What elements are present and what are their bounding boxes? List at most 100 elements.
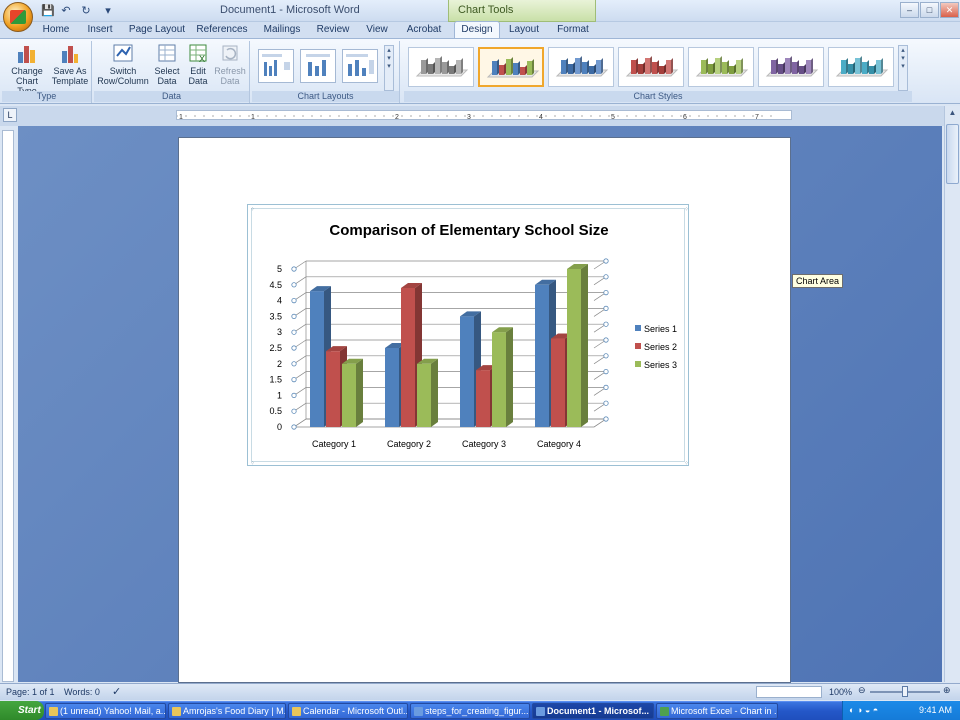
chart-area[interactable]: Comparison of Elementary School Size 0 0.… [247,204,689,467]
resize-handle[interactable]: ⁘ [250,461,255,467]
chart-title[interactable]: Comparison of Elementary School Size [329,222,608,239]
select-data-button[interactable]: Select Data [152,42,182,86]
tab-insert[interactable]: Insert [80,22,120,38]
taskbar-item-excel[interactable]: Microsoft Excel - Chart in ... [656,703,778,719]
change-chart-type-button[interactable]: ChangeChart Type [6,42,48,96]
x-tick-label: Category 1 [312,439,356,449]
tab-format[interactable]: Format [552,22,594,38]
browser-icon [49,707,58,716]
taskbar-item-food-diary[interactable]: Amrojas's Food Diary | M... [168,703,286,719]
maximize-button[interactable]: □ [920,2,939,18]
switch-row-column-button[interactable]: Switch Row/Column [96,42,150,86]
chart-tools-context-label: Chart Tools [448,0,596,22]
redo-icon[interactable]: ↻ [78,3,94,19]
taskbar-item-document1[interactable]: Document1 - Microsof... [532,703,654,719]
word-icon [414,707,423,716]
zoom-out-icon[interactable]: ⊖ [858,685,866,696]
chart-style-6[interactable] [758,47,824,87]
y-tick-label: 3 [277,327,282,337]
y-tick-label: 1.5 [269,375,282,385]
legend-entry[interactable]: Series 2 [644,342,677,352]
page-count[interactable]: Page: 1 of 1 [6,687,55,697]
office-button[interactable] [3,2,33,32]
proofing-icon[interactable]: ✓ [112,685,121,698]
word-count[interactable]: Words: 0 [64,687,100,697]
styles-more-button[interactable]: ▴ ▾ ▾ [898,45,908,91]
chart-layout-2[interactable] [300,49,336,83]
legend-swatch [635,361,641,367]
chart-style-4[interactable] [618,47,684,87]
tab-design[interactable]: Design [454,21,500,39]
legend-entry[interactable]: Series 3 [644,360,677,370]
tray-icons[interactable]: ◐ ◑ ◒ ◓ [849,701,878,720]
taskbar-item-yahoo[interactable]: (1 unread) Yahoo! Mail, a... [45,703,166,719]
zoom-in-icon[interactable]: ⊕ [943,685,951,696]
x-tick-label: Category 2 [387,439,431,449]
chart-style-2[interactable] [478,47,544,87]
refresh-data-button[interactable]: Refresh Data [212,42,248,86]
ruler-marks: 1 1 2 3 4 5 6 7 [176,114,772,121]
tab-references[interactable]: References [194,22,250,38]
chart-layout-3[interactable] [342,49,378,83]
taskbar-item-steps-doc[interactable]: steps_for_creating_figur... [410,703,530,719]
vertical-scrollbar[interactable]: ▲ [944,106,960,682]
chart-style-5[interactable] [688,47,754,87]
close-button[interactable]: ✕ [940,2,959,18]
system-tray: ◐ ◑ ◒ ◓ 9:41 AM [842,701,960,720]
select-data-icon [158,44,176,62]
start-button[interactable]: Start [0,701,44,720]
edit-data-button[interactable]: X Edit Data [184,42,212,86]
bar-series-3-category-3[interactable] [492,327,513,427]
undo-icon[interactable]: ↶ [58,3,74,19]
ruler-number: 4 [539,114,543,121]
y-tick-label: 0 [277,422,282,432]
vertical-ruler[interactable] [2,130,14,682]
tab-selector-button[interactable]: L [3,108,17,122]
plot-area[interactable]: 0 0.5 1 1.5 2 2.5 3 3.5 4 4.5 5 Category 1 Category … [269,258,609,449]
y-tick-label: 4.5 [269,280,282,290]
zoom-slider-thumb[interactable] [902,686,908,697]
tab-view[interactable]: View [362,22,392,38]
legend-swatch [635,343,641,349]
tab-home[interactable]: Home [36,22,76,38]
tab-layout[interactable]: Layout [504,22,544,38]
layouts-more-button[interactable]: ▴ ▾ ▾ [384,45,394,91]
chart-style-7[interactable] [828,47,894,87]
resize-handle[interactable]: ⁘ [250,207,255,213]
chart-legend[interactable]: Series 1 Series 2 Series 3 [635,324,677,370]
x-tick-label: Category 3 [462,439,506,449]
chart-style-1[interactable] [408,47,474,87]
customize-qat-icon[interactable]: ▾ [100,3,116,19]
minimize-button[interactable]: – [900,2,919,18]
resize-handle[interactable]: ⁘ [684,207,689,213]
tab-review[interactable]: Review [312,22,354,38]
save-icon[interactable]: 💾 [40,3,56,19]
word-icon [536,707,545,716]
horizontal-ruler[interactable]: 1 1 2 3 4 5 6 7 [176,110,792,121]
legend-entry[interactable]: Series 1 [644,324,677,334]
bar-series-3-category-2[interactable] [417,358,438,427]
tab-page-layout[interactable]: Page Layout [126,22,188,38]
bar-series-3-category-1[interactable] [342,358,363,427]
scroll-thumb[interactable] [946,124,959,184]
scroll-up-icon[interactable]: ▲ [947,108,958,120]
window-controls: – □ ✕ [900,2,959,20]
zoom-level[interactable]: 100% [829,687,852,697]
view-buttons[interactable] [756,686,822,698]
template-icon [62,46,78,63]
y-tick-label: 5 [277,264,282,274]
data-group-label: Data [94,91,249,102]
chart-layouts-group: ▴ ▾ ▾ Chart Layouts [252,41,400,103]
clock[interactable]: 9:41 AM [919,701,952,720]
bar-series-3-category-4[interactable] [567,264,588,427]
taskbar-item-outlook[interactable]: Calendar - Microsoft Outl... [288,703,408,719]
chart-layout-1[interactable] [258,49,294,83]
tab-acrobat[interactable]: Acrobat [402,22,446,38]
switch-icon [113,44,133,62]
save-as-template-button[interactable]: Save As Template [50,42,90,86]
resize-handle[interactable]: ⁘ [684,461,689,467]
chart-style-3[interactable] [548,47,614,87]
tab-mailings[interactable]: Mailings [258,22,306,38]
ruler-number: 6 [683,114,687,121]
ribbon-tabs: Home Insert Page Layout References Maili… [0,21,960,39]
